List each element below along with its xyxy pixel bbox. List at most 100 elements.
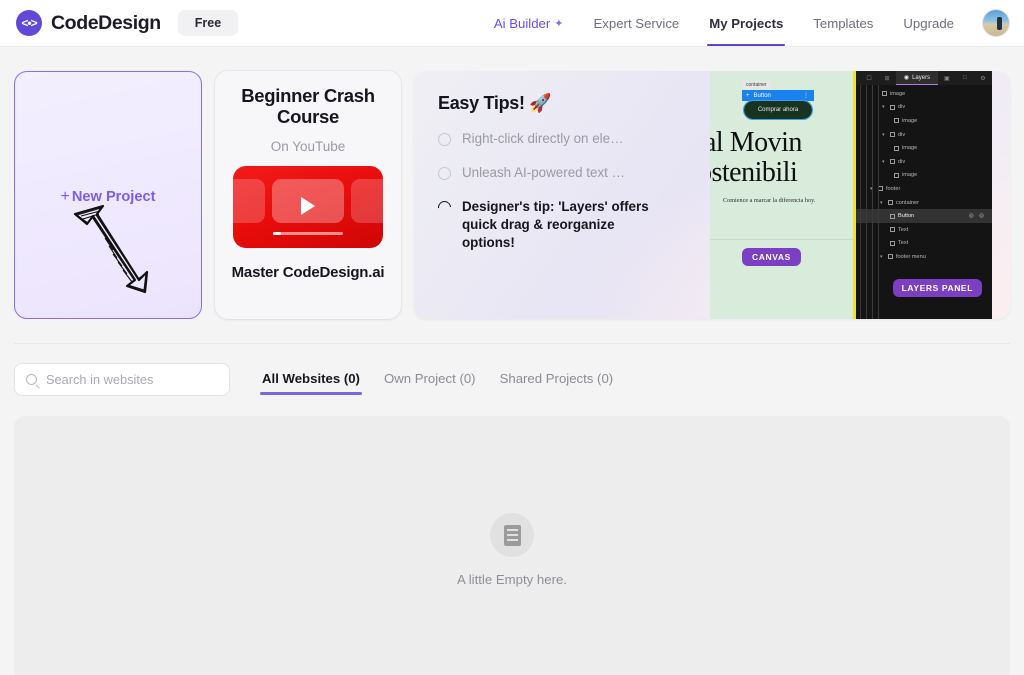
tab-shared-projects[interactable]: Shared Projects (0) xyxy=(488,365,626,395)
project-filter-tabs: All Websites (0) Own Project (0) Shared … xyxy=(250,365,625,395)
layer-label: div xyxy=(898,104,906,111)
yt-progress-bar xyxy=(273,231,343,235)
layer-label: image xyxy=(902,172,918,179)
layer-label: Button xyxy=(898,213,915,220)
caret-icon: ▾ xyxy=(882,158,885,165)
image-icon xyxy=(894,145,899,151)
sparkle-icon: ✦ xyxy=(554,17,564,30)
preview-layers-panel: ☐ ⊞ ◉ Layers ▣ □ ⚙ image ▾ div image ▾ div… xyxy=(856,71,992,319)
preview-button-toolbar: + Button ⋮ xyxy=(742,90,814,101)
youtube-play-icon[interactable] xyxy=(233,165,383,248)
caret-icon: ▾ xyxy=(882,131,885,138)
yt-pane-right xyxy=(351,178,383,223)
plan-badge[interactable]: Free xyxy=(177,10,239,36)
layers-tab-label: Layers xyxy=(912,74,931,81)
layer-label: Text xyxy=(898,240,909,247)
nav-item-upgrade[interactable]: Upgrade xyxy=(888,0,969,46)
preview-divider xyxy=(710,239,853,240)
visibility-lock-icons: ◎ ◎ xyxy=(968,213,986,220)
canvas-tag: CANVAS xyxy=(742,248,801,266)
tab-all-websites[interactable]: All Websites (0) xyxy=(250,365,372,395)
image-icon xyxy=(894,172,899,178)
layer-label: div xyxy=(898,158,906,165)
layer-label: image xyxy=(890,90,906,97)
tips-title-text: Easy Tips! xyxy=(438,93,525,113)
yt-pane-left xyxy=(233,178,265,223)
div-icon xyxy=(888,200,893,206)
search-box[interactable] xyxy=(14,363,230,396)
layer-label: div xyxy=(898,131,906,138)
settings-icon: ⚙ xyxy=(980,75,986,82)
course-title: Beginner Crash Course xyxy=(241,85,375,128)
brand-name: CodeDesign xyxy=(51,11,161,34)
nav-label-ai-builder: Ai Builder xyxy=(493,15,551,31)
new-project-card[interactable]: + New Project xyxy=(14,71,202,319)
button-icon xyxy=(890,213,895,219)
text-icon xyxy=(890,227,895,233)
tip-text: Designer's tip: 'Layers' offers quick dr… xyxy=(462,199,649,251)
image-icon xyxy=(894,118,899,124)
caret-icon: ▾ xyxy=(882,104,885,111)
preview-heading-2: ostenibili xyxy=(710,157,798,188)
hand-drawn-arrow-icon xyxy=(67,202,157,302)
tip-item-2[interactable]: Unleash AI-powered text … xyxy=(438,164,652,182)
tip-text: Right-click directly on ele… xyxy=(462,131,624,146)
tip-item-1[interactable]: Right-click directly on ele… xyxy=(438,130,652,148)
div-icon xyxy=(890,159,895,165)
tip-radio-icon xyxy=(438,167,451,181)
preview-cta-button: Comprar ahora xyxy=(743,100,813,120)
nav-item-expert-service[interactable]: Expert Service xyxy=(579,0,695,46)
text-icon xyxy=(890,240,895,246)
nav-item-ai-builder[interactable]: Ai Builder ✦ xyxy=(479,0,579,46)
preview-selection-label: container xyxy=(742,81,771,89)
tip-radio-icon xyxy=(438,133,451,146)
play-triangle-icon xyxy=(301,196,315,215)
preview-guide-lines xyxy=(856,85,882,319)
preview-paragraph: Comience a marcar la diferencia hoy. xyxy=(723,197,816,204)
promo-card-row: + New Project Beginner Crash Course On Yo… xyxy=(0,47,1024,319)
projects-toolbar: All Websites (0) Own Project (0) Shared … xyxy=(0,344,1024,396)
preview-button-label: Button xyxy=(753,92,771,99)
tab-own-project[interactable]: Own Project (0) xyxy=(372,365,488,395)
brand-logo[interactable]: <•> CodeDesign xyxy=(16,10,161,36)
image-icon xyxy=(882,91,887,97)
div-icon xyxy=(890,132,895,138)
easy-tips-card: Easy Tips! 🚀 Right-click directly on ele… xyxy=(414,71,1010,319)
preview-canvas: container + Button ⋮ Comprar ahora al Mo… xyxy=(710,71,856,319)
nav-item-my-projects[interactable]: My Projects xyxy=(694,0,798,46)
layer-label: image xyxy=(902,117,918,124)
layer-label: image xyxy=(902,145,918,152)
tips-preview-image: container + Button ⋮ Comprar ahora al Mo… xyxy=(710,71,992,319)
layer-label: container xyxy=(896,199,920,206)
pages-icon: □ xyxy=(963,75,967,81)
document-glyph xyxy=(503,524,521,546)
course-footer-label: Master CodeDesign.ai xyxy=(231,263,385,281)
layer-label: Text xyxy=(898,226,909,233)
preview-heading-1: al Movin xyxy=(710,127,802,158)
nav-item-templates[interactable]: Templates xyxy=(798,0,888,46)
course-subtitle: On YouTube xyxy=(270,138,346,154)
layers-icon: ◉ xyxy=(903,75,910,81)
layers-tab: ◉ Layers xyxy=(896,71,938,85)
assets-icon: ▣ xyxy=(943,75,950,82)
div-icon xyxy=(888,254,893,260)
preview-panel-tabs: ☐ ⊞ ◉ Layers ▣ □ ⚙ xyxy=(856,71,992,85)
plus-icon: + xyxy=(746,92,750,99)
tip-text: Unleash AI-powered text … xyxy=(462,165,626,181)
tip-item-3[interactable]: Designer's tip: 'Layers' offers quick dr… xyxy=(435,198,652,252)
avatar[interactable] xyxy=(982,9,1010,37)
add-panel-icon: ☐ xyxy=(866,75,872,82)
layers-panel-tag: LAYERS PANEL xyxy=(892,279,982,297)
add-element-icon: ⊞ xyxy=(884,75,890,82)
crash-course-card[interactable]: Beginner Crash Course On YouTube Master … xyxy=(215,71,401,319)
top-header: <•> CodeDesign Free Ai Builder ✦ Expert … xyxy=(0,0,1024,47)
code-brackets-icon: <•> xyxy=(16,10,42,36)
div-icon xyxy=(890,104,895,110)
search-icon xyxy=(26,374,37,385)
layer-label: footer xyxy=(886,185,901,192)
kebab-menu-icon: ⋮ xyxy=(803,93,809,99)
layer-label: footer menu xyxy=(896,253,926,260)
empty-state-text: A little Empty here. xyxy=(457,572,567,587)
search-input[interactable] xyxy=(46,372,218,387)
projects-panel: A little Empty here. xyxy=(14,416,1010,675)
